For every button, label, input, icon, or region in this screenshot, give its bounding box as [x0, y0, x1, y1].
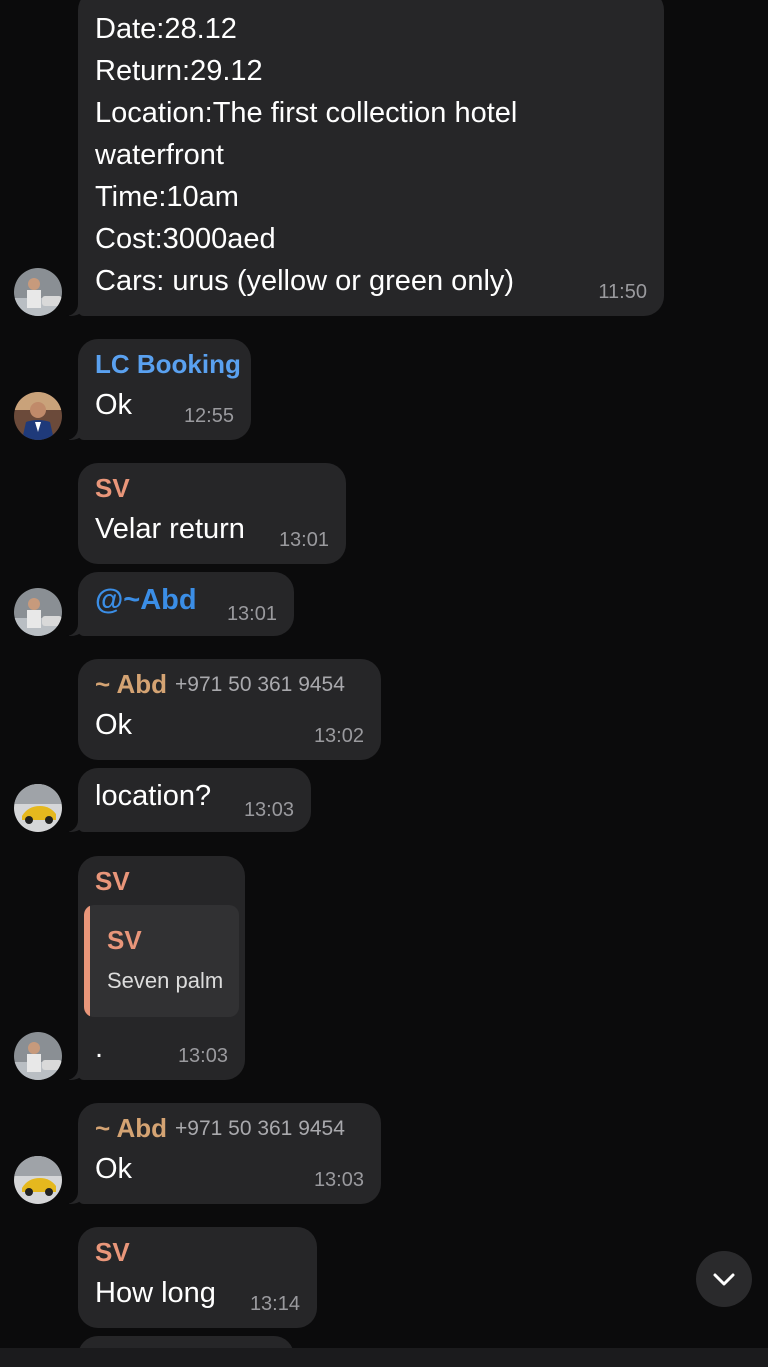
message-text: location?: [95, 780, 212, 812]
message-time: 13:03: [243, 799, 294, 821]
message-text: Velar return: [95, 513, 245, 545]
quote-text: Seven palm: [107, 968, 224, 993]
message-bubble[interactable]: @~Abd 13:01: [64, 572, 294, 636]
message-time: 13:14: [249, 1293, 300, 1315]
sender-name[interactable]: LC Booking: [95, 349, 241, 380]
message-time: 13:02: [313, 725, 364, 747]
message-text: Ok: [95, 709, 133, 741]
message-bubble[interactable]: ~ Abd +971 50 361 9454 Ok 13:03: [64, 1103, 381, 1204]
message-text: Date:28.12 Return:29.12 Location:The fir…: [95, 13, 518, 297]
input-bar: [0, 1348, 768, 1367]
message-bubble[interactable]: ~ Abd +971 50 361 9454 Ok 13:02: [78, 659, 381, 760]
quote-sender: SV: [107, 925, 142, 955]
man-by-car-avatar[interactable]: [14, 1032, 62, 1080]
sender-name[interactable]: ~ Abd: [95, 669, 167, 700]
message-text: How long: [95, 1277, 216, 1309]
man-by-car-avatar[interactable]: [14, 268, 62, 316]
message-text: Ok: [95, 1153, 133, 1185]
sender-phone[interactable]: +971 50 361 9454: [175, 1117, 345, 1141]
chat-window: Date:28.12 Return:29.12 Location:The fir…: [0, 0, 768, 1367]
chevron-down-icon: [713, 1273, 735, 1286]
message-bubble[interactable]: SV Velar return 13:01: [78, 463, 346, 564]
message-time: 11:50: [598, 281, 647, 303]
sender-name[interactable]: ~ Abd: [95, 1113, 167, 1144]
sender-name[interactable]: SV: [95, 1237, 130, 1268]
message-bubble[interactable]: Date:28.12 Return:29.12 Location:The fir…: [64, 0, 664, 316]
reply-quote[interactable]: SV Seven palm: [84, 905, 239, 1017]
message-text: .: [95, 1032, 104, 1064]
sender-name[interactable]: SV: [95, 473, 130, 504]
message-time: 13:03: [313, 1169, 364, 1191]
message-bubble[interactable]: LC Booking Ok 12:55: [64, 339, 251, 440]
scroll-down-button[interactable]: [696, 1251, 752, 1307]
message-time: 13:03: [177, 1045, 228, 1067]
message-time: 13:01: [278, 529, 329, 551]
mention-link[interactable]: @~Abd: [95, 584, 197, 617]
sender-phone[interactable]: +971 50 361 9454: [175, 673, 345, 697]
man-in-suit-avatar[interactable]: [14, 392, 62, 440]
message-bubble[interactable]: location? 13:03: [64, 768, 311, 832]
message-time: 13:01: [226, 603, 277, 625]
message-time: 12:55: [183, 405, 234, 427]
message-text: Ok: [95, 389, 133, 421]
message-bubble[interactable]: SV How long 13:14: [78, 1227, 317, 1328]
yellow-car-avatar[interactable]: [14, 1156, 62, 1204]
man-by-car-avatar[interactable]: [14, 588, 62, 636]
yellow-car-avatar[interactable]: [14, 784, 62, 832]
sender-name[interactable]: SV: [95, 866, 130, 897]
quote-bar: [84, 905, 90, 1017]
